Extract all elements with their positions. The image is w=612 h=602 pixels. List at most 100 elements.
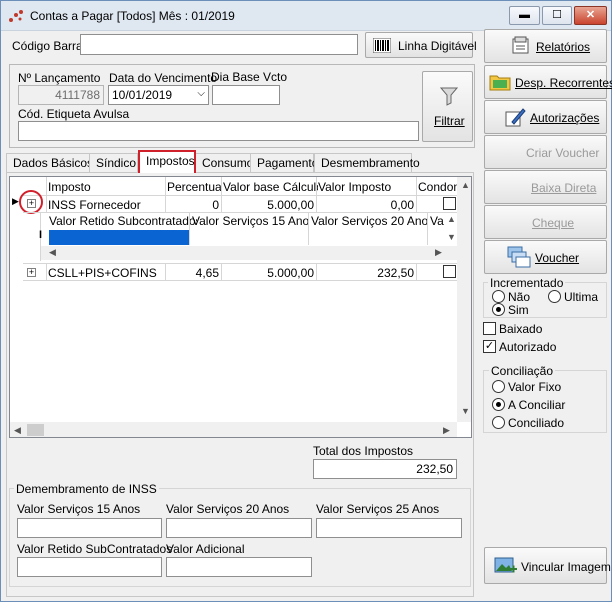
detail-subgrid[interactable]: Valor Retido Subcontratados Valor Serviç… <box>39 213 459 261</box>
horizontal-scrollbar[interactable]: ◀ ▶ <box>10 422 457 437</box>
scroll-down-icon[interactable]: ▼ <box>461 406 470 416</box>
radio-sim[interactable] <box>492 303 505 316</box>
tab-sindico[interactable]: Síndico <box>89 153 138 172</box>
highlight-circle <box>19 190 43 214</box>
row-divider <box>23 280 457 281</box>
valor-cell[interactable]: 0,00 <box>318 198 414 212</box>
radio-conciliado[interactable] <box>492 416 505 429</box>
filtrar-label: Filtrar <box>434 114 465 128</box>
relatorios-label: Relatórios <box>536 40 591 54</box>
retido-label: Valor Retido SubContratados <box>17 542 173 556</box>
barcode-input[interactable] <box>80 34 358 55</box>
imposto-cell[interactable]: INSS Fornecedor <box>48 198 141 212</box>
selected-edit-cell[interactable] <box>49 230 189 245</box>
vencimento-label: Data do Vencimento <box>109 71 218 85</box>
radio-ultima-label: Ultima <box>564 290 599 304</box>
baixa-direta-button[interactable]: Baixa Direta <box>484 170 607 204</box>
col-divider <box>46 177 47 213</box>
tab-consumo[interactable]: Consumo <box>195 153 253 172</box>
v15-label: Valor Serviços 15 Anos <box>17 502 141 516</box>
v25-input[interactable] <box>316 518 462 538</box>
incrementado-title: Incrementado <box>488 276 566 290</box>
col-divider <box>416 263 417 280</box>
radio-a-conciliar[interactable] <box>492 398 505 411</box>
tab-sindico-label: Síndico <box>96 156 137 170</box>
tab-pagamento[interactable]: Pagamento <box>250 153 318 172</box>
relatorios-button[interactable]: Relatórios <box>484 29 607 63</box>
imposto-cell[interactable]: CSLL+PIS+COFINS <box>48 266 157 280</box>
base-cell[interactable]: 5.000,00 <box>223 266 314 280</box>
col-valor-header[interactable]: Valor Imposto <box>318 180 416 194</box>
filtrar-button[interactable]: Filtrar <box>422 71 473 142</box>
sub-col-va-header[interactable]: Va <box>430 214 444 228</box>
percentual-cell[interactable]: 4,65 <box>167 266 219 280</box>
scroll-thumb[interactable] <box>27 424 44 436</box>
scroll-up-icon[interactable]: ▲ <box>461 180 470 190</box>
sub-scroll-right-icon[interactable]: ▶ <box>435 247 442 258</box>
sub-scroll-up-icon[interactable]: ▲ <box>447 214 456 224</box>
scroll-left-icon[interactable]: ◀ <box>14 425 21 436</box>
valor-cell[interactable]: 232,50 <box>318 266 414 280</box>
condominio-checkbox[interactable] <box>443 197 456 210</box>
expand-row-icon[interactable]: + <box>27 268 36 277</box>
col-divider <box>416 177 417 213</box>
maximize-button[interactable]: ☐ <box>542 6 572 25</box>
window-title: Contas a Pagar [Todos] Mês : 01/2019 <box>30 9 235 23</box>
desp-recorrentes-button[interactable]: Desp. Recorrentes <box>484 65 612 99</box>
radio-a-conciliar-label: A Conciliar <box>508 398 566 412</box>
tab-desmembramento[interactable]: Desmembramento <box>314 153 420 172</box>
col-condom-header[interactable]: Condom <box>418 180 458 194</box>
minimize-button[interactable]: ▬ <box>509 6 540 25</box>
radio-nao-label: Não <box>508 290 531 304</box>
autorizacoes-label: Autorizações <box>530 111 600 125</box>
etiqueta-label: Cód. Etiqueta Avulsa <box>18 107 130 121</box>
maximize-icon: ☐ <box>552 9 562 21</box>
col-percentual-header[interactable]: Percentual <box>167 180 222 194</box>
close-button[interactable]: ✕ <box>574 6 607 25</box>
col-divider <box>221 177 222 213</box>
retido-input[interactable] <box>17 557 162 577</box>
sub-scroll-left-icon[interactable]: ◀ <box>49 247 56 258</box>
adicional-input[interactable] <box>166 557 312 577</box>
baixado-label: Baixado <box>499 322 543 336</box>
v20-input[interactable] <box>166 518 312 538</box>
tab-dados-basicos[interactable]: Dados Básicos <box>6 153 93 172</box>
chevron-down-icon[interactable]: ⌵ <box>197 88 205 99</box>
condominio-checkbox[interactable] <box>443 265 456 278</box>
autorizado-checkbox[interactable]: ✓ <box>483 340 496 353</box>
vertical-scrollbar[interactable]: ▲ ▼ <box>457 177 471 422</box>
col-divider <box>165 263 166 280</box>
radio-nao[interactable] <box>492 290 505 303</box>
vincular-imagem-button[interactable]: Vincular Imagem <box>484 547 611 584</box>
total-impostos-field: 232,50 <box>313 459 457 479</box>
linha-digitavel-button[interactable]: Linha Digitável <box>365 32 477 58</box>
dia-base-label: Dia Base Vcto <box>211 70 288 84</box>
sub-horizontal-scrollbar[interactable]: ◀ ▶ <box>41 246 459 260</box>
total-impostos-label: Total dos Impostos <box>313 444 414 458</box>
dia-base-input[interactable] <box>212 85 280 105</box>
autorizado-label: Autorizado <box>499 340 557 354</box>
sub-col-20anos-header[interactable]: Valor Serviços 20 Anos <box>311 214 427 228</box>
col-base-header[interactable]: Valor base Cálculo <box>223 180 318 194</box>
baixado-checkbox[interactable] <box>483 322 496 335</box>
sub-col-retido-header[interactable]: Valor Retido Subcontratados <box>49 214 197 228</box>
base-cell[interactable]: 5.000,00 <box>223 198 314 212</box>
vencimento-date-picker[interactable]: 10/01/2019 ⌵ <box>108 85 209 105</box>
impostos-grid[interactable]: Imposto Percentual Valor base Cálculo Va… <box>9 176 472 438</box>
conciliacao-title: Conciliação <box>489 364 556 378</box>
percentual-cell[interactable]: 0 <box>167 198 219 212</box>
sub-col-15anos-header[interactable]: Valor Serviços 15 Anos <box>192 214 308 228</box>
etiqueta-input[interactable] <box>18 121 419 141</box>
v25-label: Valor Serviços 25 Anos <box>316 502 440 516</box>
tab-impostos[interactable]: Impostos <box>138 150 196 173</box>
cheque-button[interactable]: Cheque <box>484 205 607 239</box>
criar-voucher-button[interactable]: Criar Voucher <box>484 135 607 169</box>
autorizacoes-button[interactable]: Autorizações <box>484 100 607 134</box>
voucher-button[interactable]: Voucher <box>484 240 607 274</box>
scroll-right-icon[interactable]: ▶ <box>443 425 450 436</box>
sub-scroll-down-icon[interactable]: ▼ <box>447 232 456 242</box>
col-imposto-header[interactable]: Imposto <box>48 180 163 194</box>
radio-ultima[interactable] <box>548 290 561 303</box>
radio-valor-fixo[interactable] <box>492 380 505 393</box>
v15-input[interactable] <box>17 518 162 538</box>
